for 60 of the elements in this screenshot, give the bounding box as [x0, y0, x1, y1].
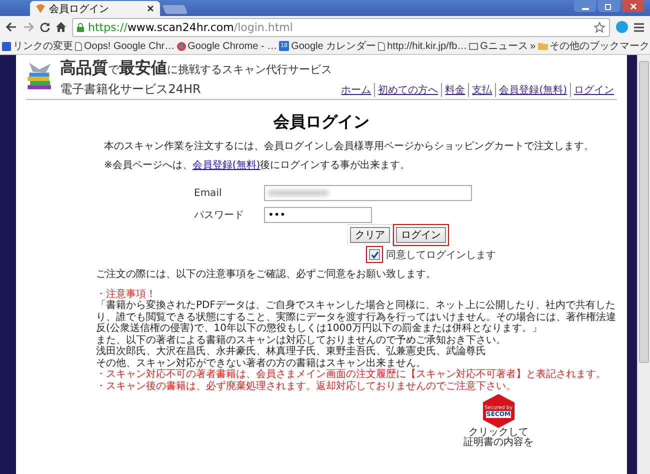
close-icon[interactable]	[147, 5, 154, 12]
home-icon[interactable]	[56, 22, 66, 32]
newspaper-icon	[469, 42, 478, 50]
browser-tab[interactable]: 会員ログイン	[30, 1, 160, 16]
back-icon[interactable]	[6, 22, 17, 32]
reload-icon[interactable]	[40, 22, 50, 32]
restore-button[interactable]	[598, 0, 620, 12]
address-bar[interactable]: https://www.scan24hr.com/login.html	[72, 18, 610, 36]
blurred-text	[268, 190, 328, 196]
nav-link[interactable]: ホーム	[338, 83, 374, 97]
nav-link[interactable]: ログイン	[570, 83, 617, 97]
other-bookmarks-folder[interactable]: その他のブックマーク	[538, 39, 650, 53]
nav-link[interactable]: 会員登録(無料)	[495, 83, 570, 97]
chrome-icon	[176, 42, 186, 50]
warning-text: ・スキャン対応不可の著者書籍は、会員さまメイン画面の注文履歴に【スキャン対応不可著者】と表記されます。	[96, 369, 607, 380]
register-link[interactable]: 会員登録(無料)	[192, 160, 260, 171]
clear-button[interactable]: クリア	[347, 224, 393, 246]
email-label: Email	[194, 188, 223, 198]
more-bookmarks-button[interactable]: »	[530, 40, 536, 52]
close-icon	[630, 2, 636, 10]
star-icon[interactable]	[594, 22, 605, 32]
nav-link[interactable]: 支払	[468, 83, 496, 97]
notice-text: 浅田次郎氏、大沢在昌氏、永井豪氏、林真理子氏、東野圭吾氏、弘兼憲史氏、武論尊氏	[96, 346, 487, 358]
nav-link[interactable]: 料金	[441, 83, 468, 97]
site-tagline: 高品質で最安値に挑戦するスキャン代行サービス	[60, 58, 332, 79]
restore-icon	[605, 2, 613, 10]
login-button[interactable]: ログイン	[393, 224, 449, 246]
email-field[interactable]	[264, 185, 472, 201]
site-name: 電子書籍化サービス24HR	[60, 81, 202, 98]
lock-icon	[77, 22, 84, 32]
agree-label: 同意してログインします	[386, 248, 496, 262]
scrollbar[interactable]	[637, 55, 650, 474]
warning-text: ・スキャン後の書籍は、必ず廃棄処理されます。返却対応しておりませんのでご注意下さい。	[96, 380, 517, 392]
menu-icon[interactable]	[634, 22, 644, 32]
notice-intro: ご注文の際には、以下の注意事項をご確認、必ずご同意をお願い致します。	[96, 269, 437, 280]
nav-link[interactable]: 初めての方へ	[374, 83, 442, 97]
close-button[interactable]	[622, 0, 644, 12]
page-icon	[75, 42, 82, 50]
bookmark-item[interactable]: Oops! Google Chr…	[75, 40, 175, 52]
seal-caption: クリックして	[468, 428, 528, 438]
bookmark-item[interactable]: Gニュース	[469, 39, 528, 53]
register-note: ※会員ページへは、会員登録(無料)後にログインする事が出来ます。	[104, 158, 412, 172]
bookmark-item[interactable]: Google Chrome - …	[176, 40, 278, 52]
minimize-button[interactable]	[574, 0, 596, 12]
notice-text: また、以下の著者による書籍のスキャンは対応しておりませんので予めご承知おき下さい。	[96, 334, 507, 346]
seal-caption: 証明書の内容を	[464, 438, 534, 448]
bookmark-item[interactable]: http://hit.kir.jp/fb…	[378, 40, 468, 52]
page-heading: 会員ログイン	[272, 112, 370, 133]
intro-text: 本のスキャン作業を注文するには、会員ログインし会員様専用ページからショッピングカートで注文します。	[104, 140, 595, 153]
notice-text: 「書籍から変換されたPDFデータは、ご自身でスキャンした場合と同様に、ネット上に公開したり、社内で共有したり、誰でも閲覧できる状態にすること、実際にデータを渡す行為を行ってはいけません。その場合には、著作権法違反(公衆送信権の侵害)で、10年以下の懲役もしくは1000万円以下の罰金または併科となります。」	[96, 300, 616, 334]
password-field[interactable]: •••	[264, 207, 372, 223]
page-icon	[378, 42, 386, 50]
agree-checkbox[interactable]	[366, 246, 383, 263]
checkmark-icon	[370, 250, 378, 258]
warning-text: ・注意事項！	[96, 288, 157, 300]
folder-icon	[538, 42, 548, 50]
notice-text: その他、スキャン対応ができない著者の方の書籍はスキャン出来ません。	[96, 358, 427, 368]
new-tab-button[interactable]	[162, 5, 188, 14]
bookmark-item[interactable]: リンクの変更	[2, 39, 73, 53]
password-label: パスワード	[194, 209, 245, 222]
